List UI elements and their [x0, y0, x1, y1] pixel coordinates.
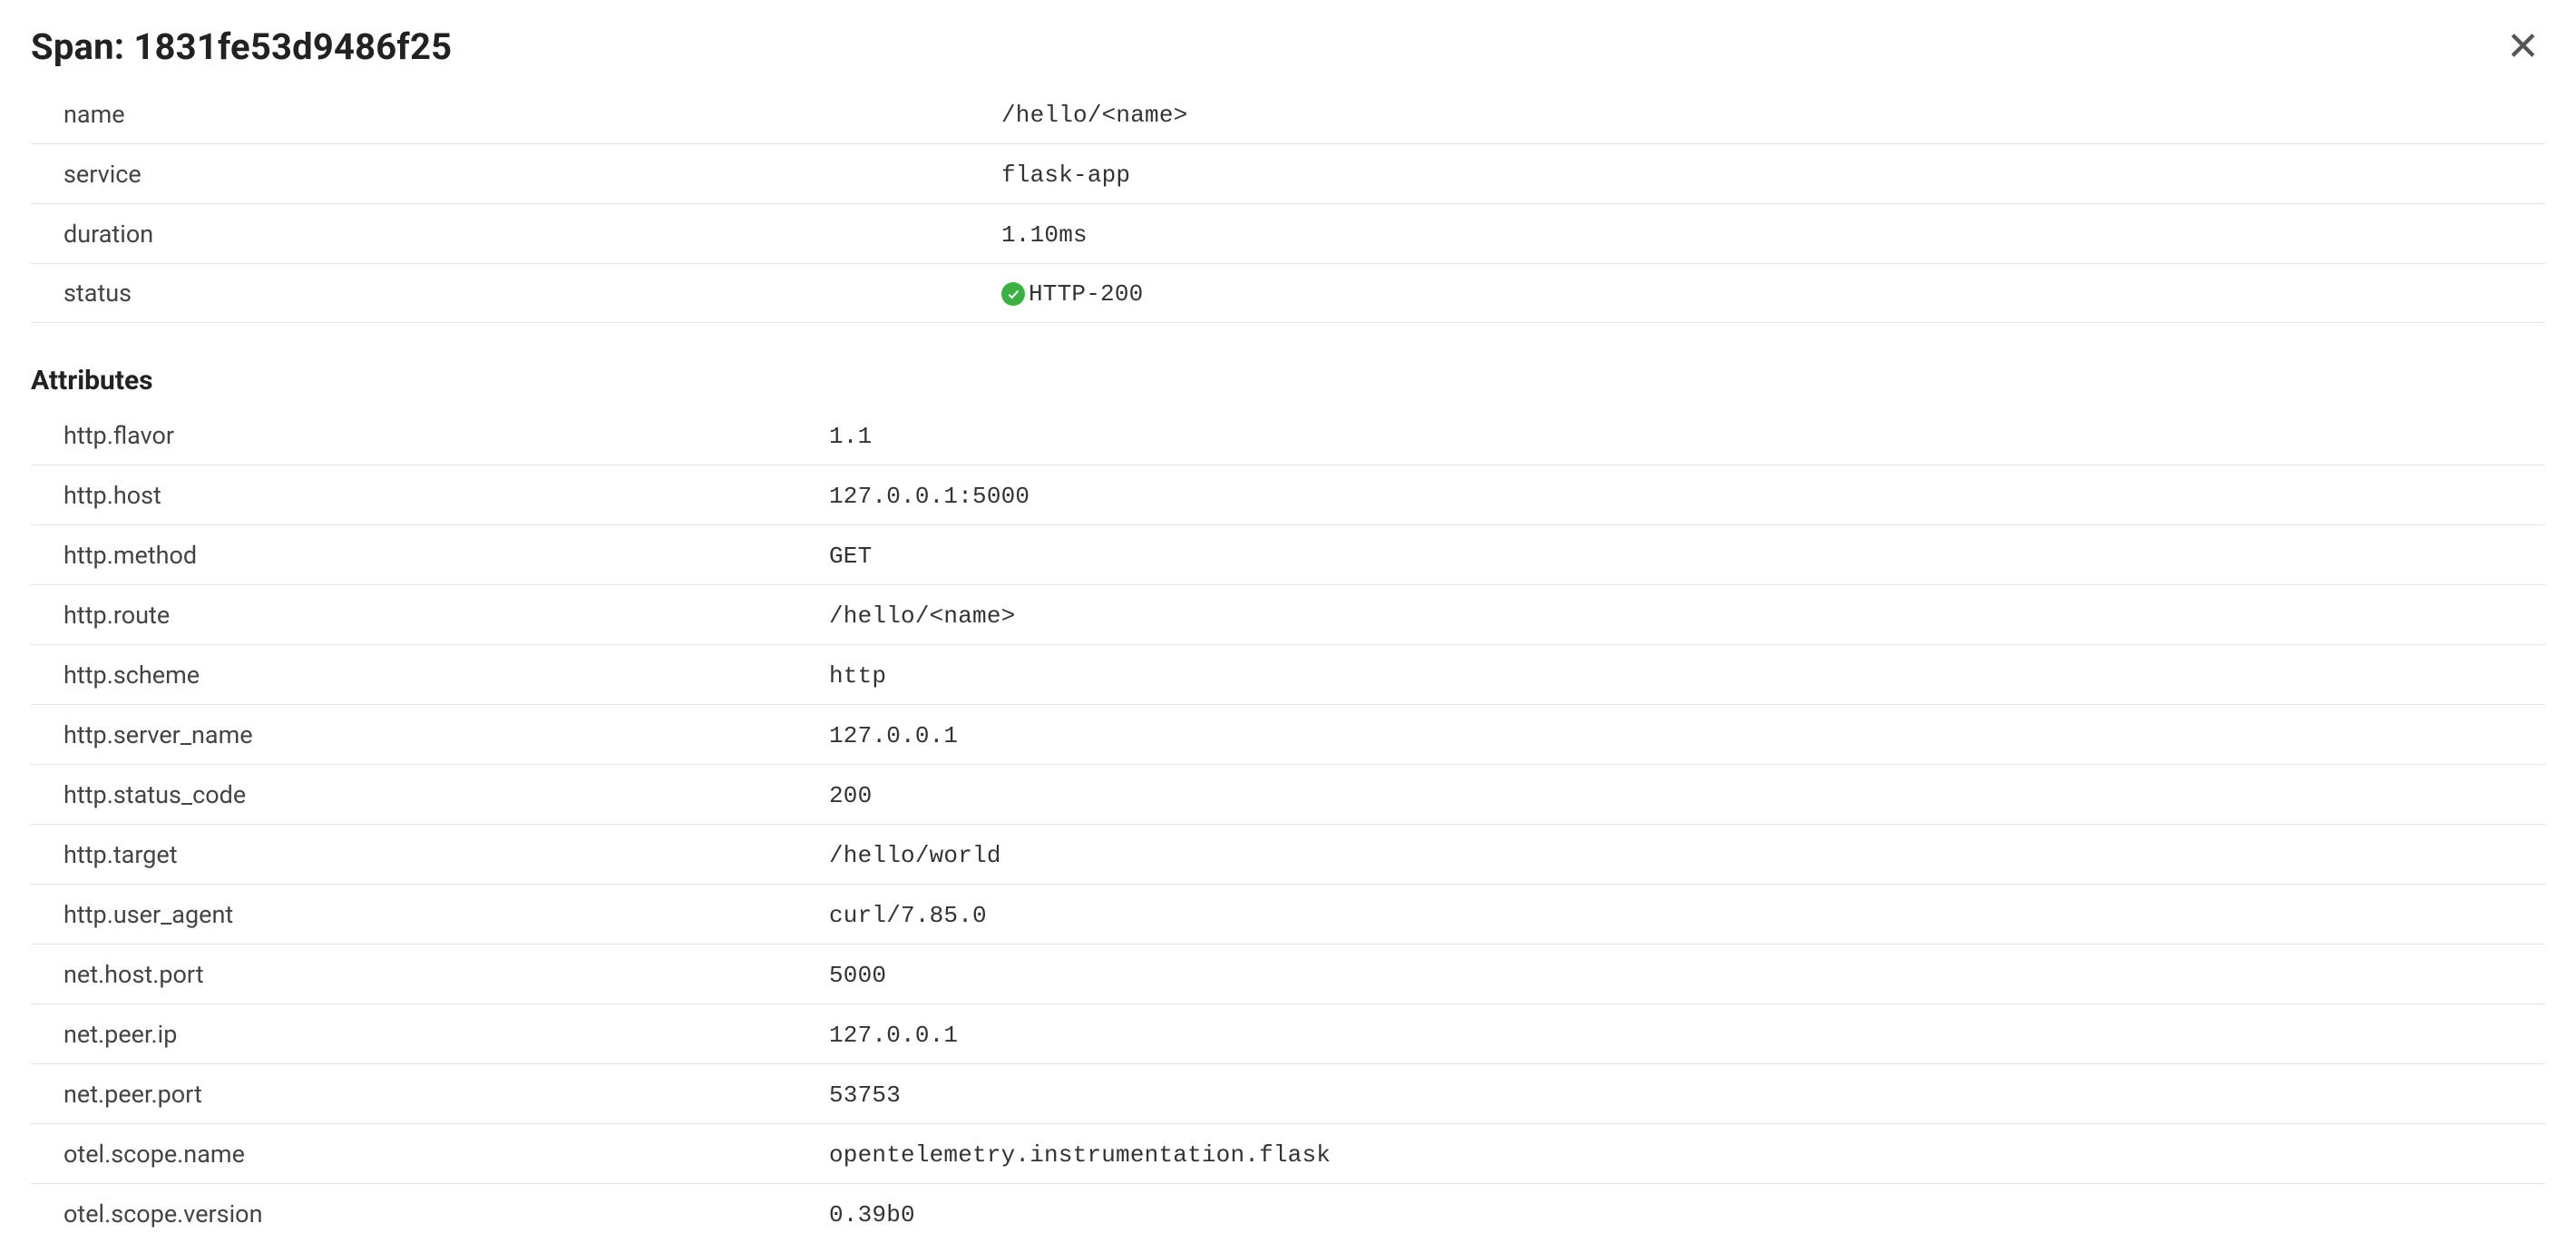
meta-row: serviceflask-app — [31, 144, 2545, 204]
attribute-key: http.target — [31, 825, 829, 885]
close-icon[interactable]: ✕ — [2501, 27, 2545, 67]
meta-value-cell: /hello/<name> — [1001, 84, 2545, 144]
attribute-key: net.peer.ip — [31, 1004, 829, 1064]
attributes-body: http.flavor1.1http.host127.0.0.1:5000htt… — [31, 406, 2545, 1243]
meta-value-cell: HTTP-200 — [1001, 264, 2545, 323]
attribute-row: http.host127.0.0.1:5000 — [31, 465, 2545, 525]
attribute-value: 53753 — [829, 1082, 901, 1109]
attribute-row: http.schemehttp — [31, 645, 2545, 705]
attribute-row: otel.scope.version0.39b0 — [31, 1184, 2545, 1243]
attribute-key: http.host — [31, 465, 829, 525]
meta-row: name/hello/<name> — [31, 84, 2545, 144]
attribute-row: http.status_code200 — [31, 765, 2545, 825]
attribute-value-cell: 127.0.0.1 — [829, 1004, 2545, 1064]
attribute-row: otel.scope.nameopentelemetry.instrumenta… — [31, 1124, 2545, 1184]
attribute-key: otel.scope.name — [31, 1124, 829, 1184]
meta-value: flask-app — [1001, 161, 1130, 189]
attribute-key: http.flavor — [31, 406, 829, 465]
attribute-row: net.host.port5000 — [31, 944, 2545, 1004]
meta-key: status — [31, 264, 1001, 323]
attribute-value: 1.1 — [829, 423, 872, 450]
attribute-key: http.user_agent — [31, 885, 829, 944]
attribute-key: http.method — [31, 525, 829, 585]
meta-value: HTTP-200 — [1029, 280, 1143, 308]
attributes-heading: Attributes — [31, 365, 2545, 396]
attribute-value-cell: http — [829, 645, 2545, 705]
meta-row: status HTTP-200 — [31, 264, 2545, 323]
attribute-value: 127.0.0.1:5000 — [829, 483, 1029, 510]
span-id: 1831fe53d9486f25 — [133, 25, 452, 68]
attribute-key: net.host.port — [31, 944, 829, 1004]
check-circle-icon — [1001, 282, 1025, 306]
attribute-value: 127.0.0.1 — [829, 1022, 958, 1049]
title-prefix: Span: — [31, 25, 133, 68]
attribute-value-cell: 127.0.0.1 — [829, 705, 2545, 765]
attribute-row: http.user_agentcurl/7.85.0 — [31, 885, 2545, 944]
attribute-row: http.route/hello/<name> — [31, 585, 2545, 645]
attribute-value-cell: 1.1 — [829, 406, 2545, 465]
attribute-value: 5000 — [829, 962, 886, 989]
attribute-row: http.methodGET — [31, 525, 2545, 585]
attribute-value: curl/7.85.0 — [829, 902, 987, 929]
attribute-key: http.scheme — [31, 645, 829, 705]
panel-header: Span: 1831fe53d9486f25 ✕ — [31, 25, 2545, 68]
attribute-value-cell: curl/7.85.0 — [829, 885, 2545, 944]
attribute-row: http.flavor1.1 — [31, 406, 2545, 465]
meta-value-cell: flask-app — [1001, 144, 2545, 204]
meta-key: duration — [31, 204, 1001, 264]
attribute-value: /hello/world — [829, 842, 1001, 869]
attribute-row: http.server_name127.0.0.1 — [31, 705, 2545, 765]
meta-value: 1.10ms — [1001, 221, 1088, 249]
meta-row: duration1.10ms — [31, 204, 2545, 264]
meta-key: name — [31, 84, 1001, 144]
attribute-row: net.peer.port53753 — [31, 1064, 2545, 1124]
attribute-value-cell: 53753 — [829, 1064, 2545, 1124]
attribute-value: 200 — [829, 782, 872, 809]
attribute-value: http — [829, 662, 886, 690]
span-detail-panel: Span: 1831fe53d9486f25 ✕ name/hello/<nam… — [0, 0, 2576, 1243]
status-wrap: HTTP-200 — [1001, 280, 1143, 308]
attributes-table: http.flavor1.1http.host127.0.0.1:5000htt… — [31, 406, 2545, 1243]
attribute-value: /hello/<name> — [829, 602, 1015, 630]
attribute-value: opentelemetry.instrumentation.flask — [829, 1141, 1331, 1169]
attribute-row: net.peer.ip127.0.0.1 — [31, 1004, 2545, 1064]
span-meta-table: name/hello/<name>serviceflask-appduratio… — [31, 84, 2545, 323]
attribute-key: http.server_name — [31, 705, 829, 765]
attribute-value-cell: 0.39b0 — [829, 1184, 2545, 1243]
attribute-value-cell: 5000 — [829, 944, 2545, 1004]
meta-key: service — [31, 144, 1001, 204]
attribute-key: http.route — [31, 585, 829, 645]
attribute-value-cell: /hello/<name> — [829, 585, 2545, 645]
attribute-value-cell: 127.0.0.1:5000 — [829, 465, 2545, 525]
attribute-key: otel.scope.version — [31, 1184, 829, 1243]
attribute-value: 127.0.0.1 — [829, 722, 958, 749]
attribute-value: 0.39b0 — [829, 1201, 915, 1228]
attribute-row: http.target/hello/world — [31, 825, 2545, 885]
attribute-value: GET — [829, 543, 872, 570]
attribute-key: net.peer.port — [31, 1064, 829, 1124]
span-meta-body: name/hello/<name>serviceflask-appduratio… — [31, 84, 2545, 323]
attribute-value-cell: /hello/world — [829, 825, 2545, 885]
meta-value: /hello/<name> — [1001, 102, 1187, 129]
attribute-value-cell: 200 — [829, 765, 2545, 825]
attribute-value-cell: GET — [829, 525, 2545, 585]
attribute-value-cell: opentelemetry.instrumentation.flask — [829, 1124, 2545, 1184]
panel-title: Span: 1831fe53d9486f25 — [31, 25, 452, 68]
attribute-key: http.status_code — [31, 765, 829, 825]
meta-value-cell: 1.10ms — [1001, 204, 2545, 264]
